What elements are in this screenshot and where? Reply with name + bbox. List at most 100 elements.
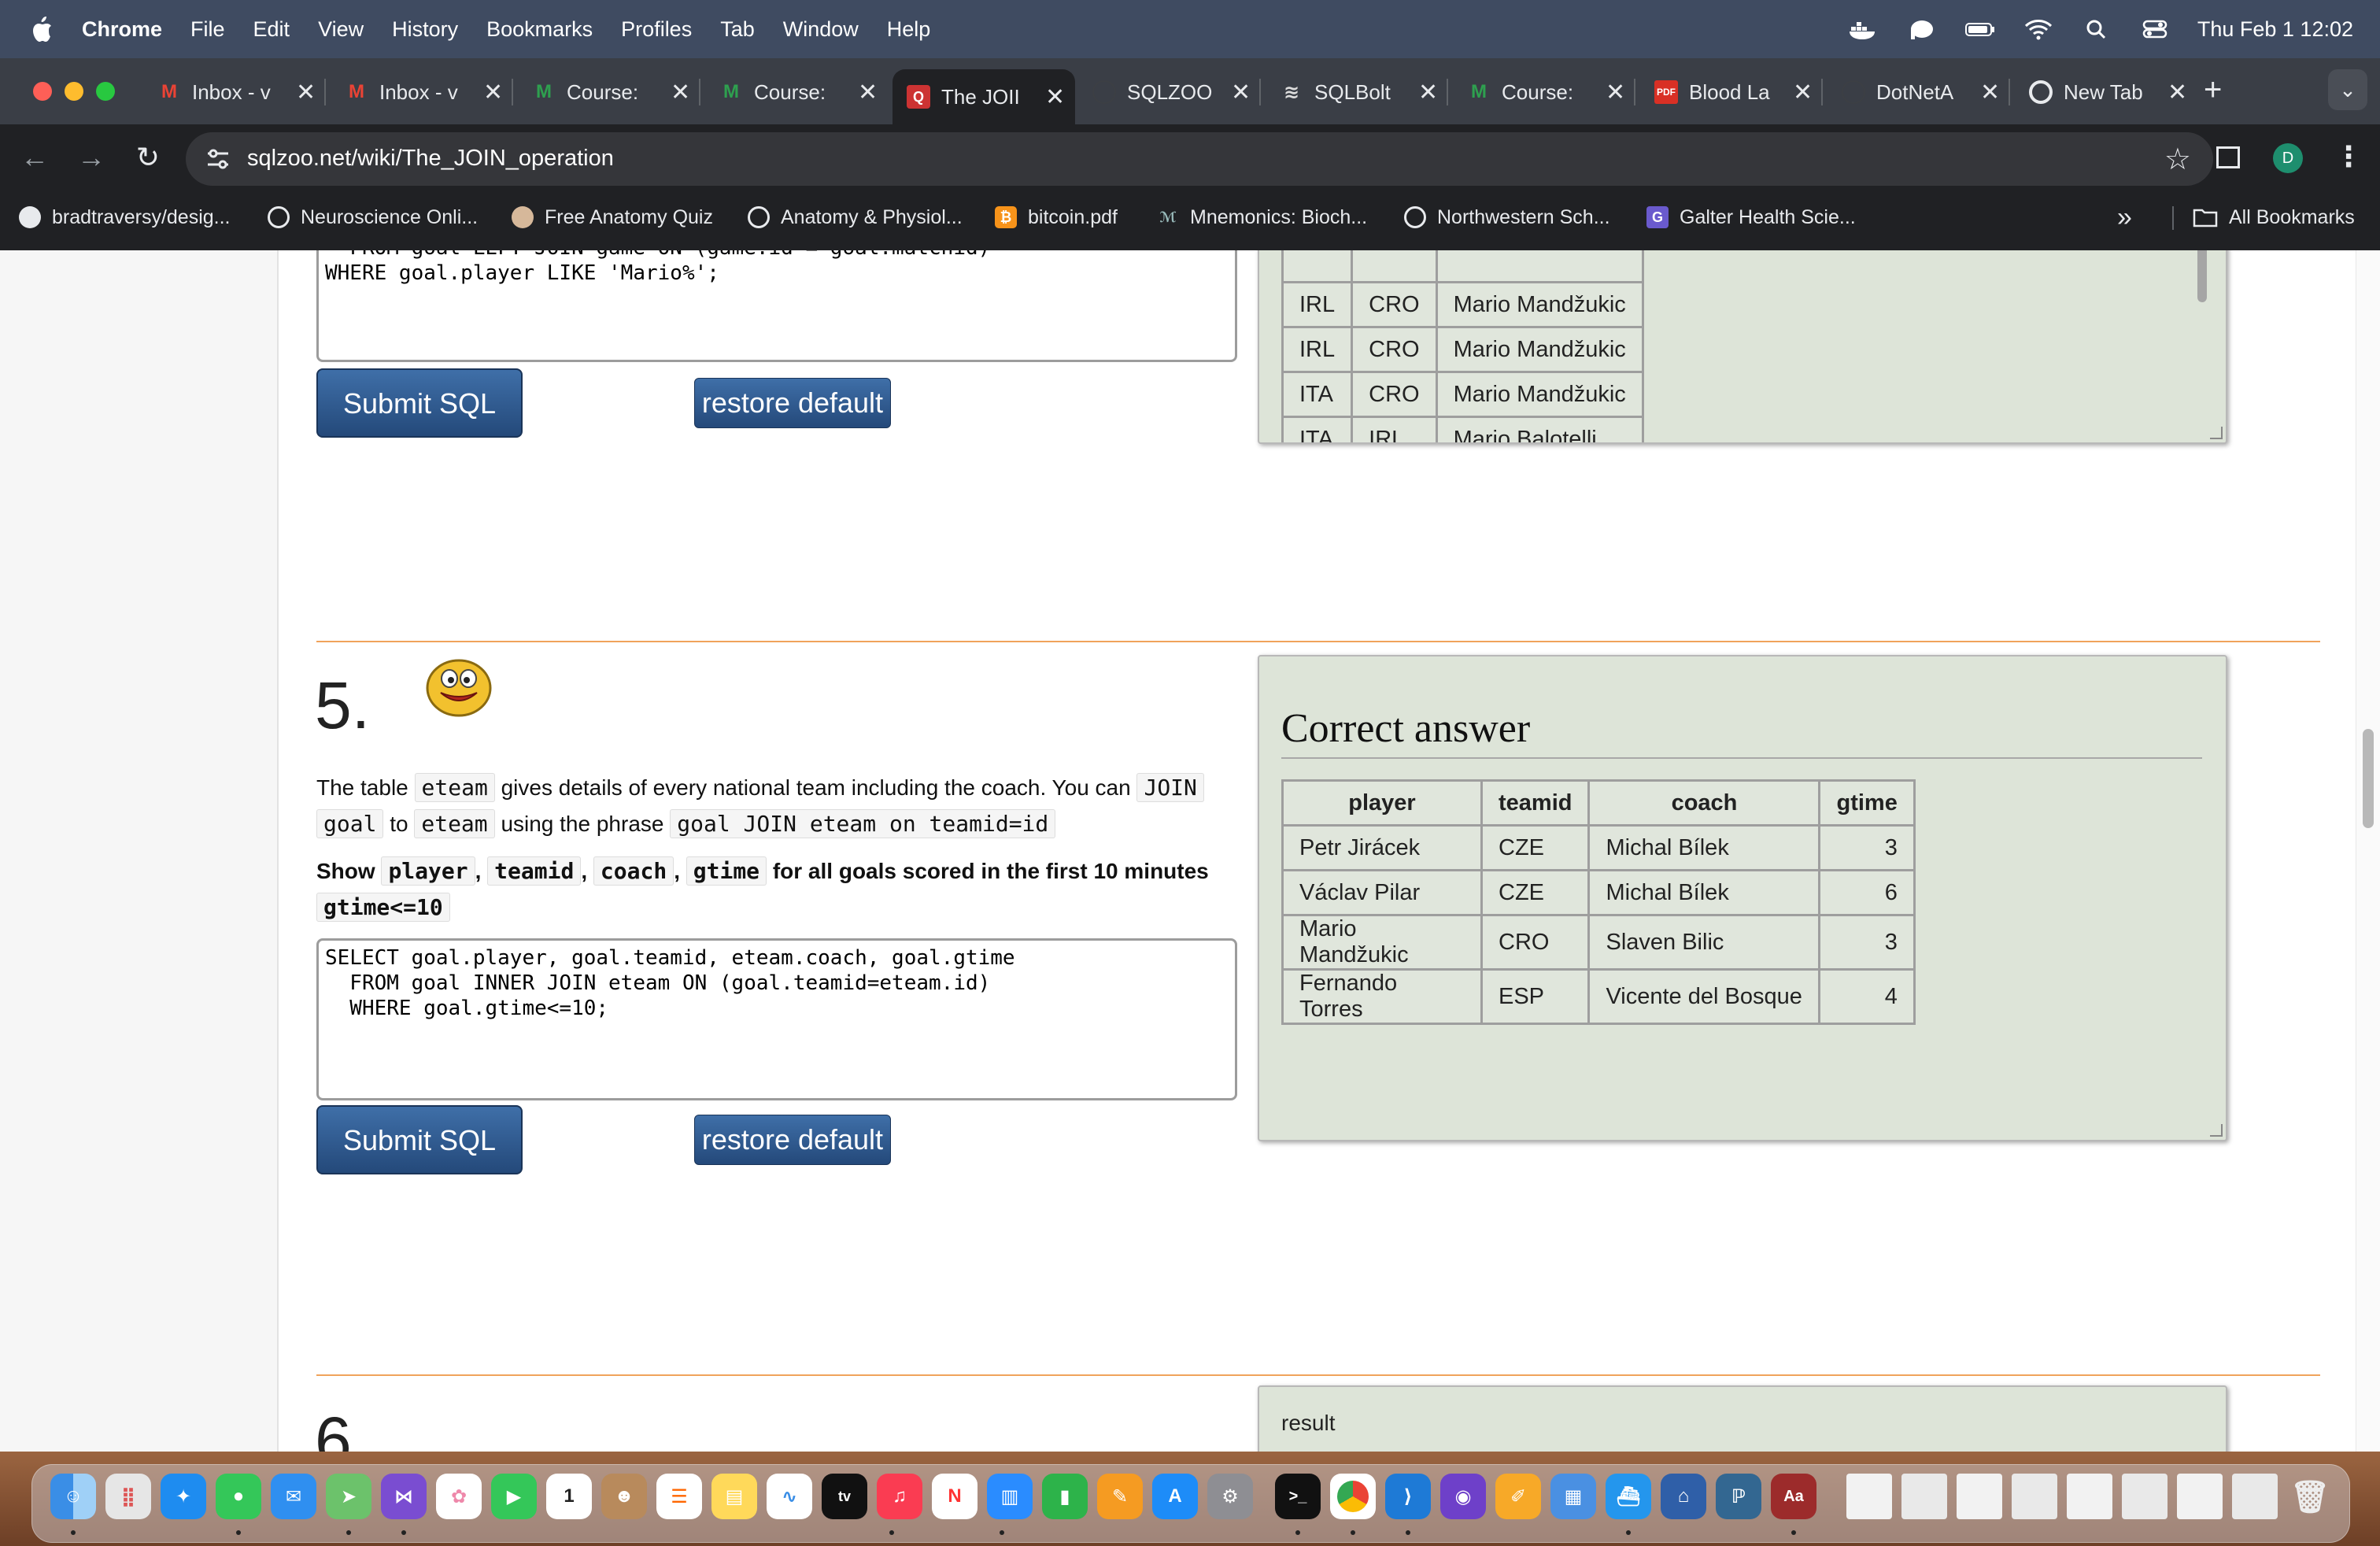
close-tab-icon[interactable]: ✕: [1606, 79, 1625, 106]
messages-icon[interactable]: ●: [216, 1474, 261, 1519]
tab-blood-lab[interactable]: PDF Blood La ✕: [1640, 69, 1823, 115]
pages-icon[interactable]: ✎: [1097, 1474, 1143, 1519]
apple-tv-icon[interactable]: tv: [822, 1474, 867, 1519]
q4-result-panel[interactable]: IRL CRO Mario Mandžukic IRL CRO Mario Mandžu…: [1258, 250, 2227, 444]
close-tab-icon[interactable]: ✕: [1793, 79, 1813, 106]
database-app-icon[interactable]: ▦: [1550, 1474, 1596, 1519]
recent-document-icon[interactable]: [1957, 1474, 2002, 1519]
all-bookmarks-folder[interactable]: All Bookmarks: [2193, 203, 2355, 231]
tab-course-3[interactable]: M Course: ✕: [1453, 69, 1635, 115]
q5-result-panel[interactable]: Correct answer player teamid coach gtime…: [1258, 655, 2227, 1141]
bookmark-anatomy-physiology[interactable]: Anatomy & Physiol...: [748, 203, 963, 231]
news-icon[interactable]: N: [932, 1474, 978, 1519]
postgres-icon[interactable]: ℙ: [1716, 1474, 1761, 1519]
wifi-icon[interactable]: [2023, 17, 2054, 41]
tab-sqlzoo[interactable]: SQLZOO ✕: [1078, 69, 1261, 115]
calendar-icon[interactable]: 1: [546, 1474, 592, 1519]
close-tab-icon[interactable]: ✕: [1418, 79, 1438, 106]
menu-file[interactable]: File: [190, 17, 225, 42]
resize-handle-icon[interactable]: [2210, 1124, 2223, 1137]
bookmarks-overflow-icon[interactable]: »: [2117, 202, 2132, 232]
tab-the-join-operation[interactable]: Q The JOII ✕: [893, 69, 1075, 124]
tab-new-tab[interactable]: New Tab ✕: [2015, 69, 2197, 115]
close-tab-icon[interactable]: ✕: [1980, 79, 2000, 106]
docker-status-icon[interactable]: [1848, 17, 1879, 41]
new-tab-plus-icon[interactable]: +: [2204, 72, 2222, 108]
recent-document-icon[interactable]: [2122, 1474, 2168, 1519]
bookmark-neuroscience[interactable]: Neuroscience Onli...: [268, 203, 478, 231]
freeform-icon[interactable]: ∿: [767, 1474, 812, 1519]
more-menu-icon[interactable]: ⋮: [2334, 140, 2363, 173]
menu-edit[interactable]: Edit: [253, 17, 290, 42]
tab-inbox-2[interactable]: M Inbox - v ✕: [331, 69, 513, 115]
control-center-icon[interactable]: [2139, 17, 2171, 41]
music-icon[interactable]: ♫: [877, 1474, 922, 1519]
safari-icon[interactable]: ✦: [161, 1474, 206, 1519]
menu-profiles[interactable]: Profiles: [621, 17, 692, 42]
side-panel-icon[interactable]: [2216, 146, 2240, 168]
close-tab-icon[interactable]: ✕: [296, 79, 316, 106]
address-bar[interactable]: sqlzoo.net/wiki/The_JOIN_operation ☆: [186, 132, 2213, 186]
q6-result-panel[interactable]: result: [1258, 1385, 2227, 1452]
sketch-icon[interactable]: ✐: [1495, 1474, 1541, 1519]
q4-restore-default-button[interactable]: restore default: [694, 378, 891, 428]
launchpad-icon[interactable]: ⣿: [105, 1474, 151, 1519]
bookmark-bitcoin-pdf[interactable]: ₿ bitcoin.pdf: [995, 203, 1118, 231]
close-tab-icon[interactable]: ✕: [483, 79, 503, 106]
q4-panel-scrollbar-thumb[interactable]: [2197, 250, 2207, 302]
photos-icon[interactable]: ✿: [436, 1474, 482, 1519]
minimize-window-button[interactable]: [65, 82, 83, 101]
recent-document-icon[interactable]: [1901, 1474, 1947, 1519]
numbers-icon[interactable]: ▮: [1042, 1474, 1088, 1519]
bookmark-free-anatomy-quiz[interactable]: Free Anatomy Quiz: [512, 203, 713, 231]
tab-search-chevron-icon[interactable]: ⌄: [2328, 69, 2367, 110]
q5-submit-sql-button[interactable]: Submit SQL: [316, 1105, 523, 1174]
menu-window[interactable]: Window: [783, 17, 859, 42]
zoom-window-button[interactable]: [96, 82, 115, 101]
tab-dotnet[interactable]: DotNetA ✕: [1828, 69, 2010, 115]
app-store-icon[interactable]: A: [1152, 1474, 1198, 1519]
tableplus-icon[interactable]: ⌂: [1661, 1474, 1706, 1519]
bookmark-galter[interactable]: G Galter Health Scie...: [1646, 203, 1856, 231]
chrome-icon[interactable]: [1330, 1474, 1376, 1519]
tab-inbox-1[interactable]: M Inbox - v ✕: [143, 69, 326, 115]
tab-sqlbolt[interactable]: ≋ SQLBolt ✕: [1266, 69, 1448, 115]
back-arrow-icon[interactable]: ←: [19, 142, 50, 173]
trash-icon[interactable]: 🗑: [2287, 1474, 2333, 1519]
terminal-icon[interactable]: >_: [1275, 1474, 1321, 1519]
resize-handle-icon[interactable]: [2210, 427, 2223, 439]
notes-icon[interactable]: ▤: [711, 1474, 757, 1519]
facetime-icon[interactable]: ▶: [491, 1474, 537, 1519]
apple-logo-icon[interactable]: [30, 16, 54, 43]
keynote-icon[interactable]: ▥: [987, 1474, 1033, 1519]
recent-document-icon[interactable]: [2177, 1474, 2223, 1519]
close-tab-icon[interactable]: ✕: [1045, 83, 1065, 111]
recent-document-icon[interactable]: [1846, 1474, 1892, 1519]
maps-icon[interactable]: ➤: [326, 1474, 371, 1519]
url-text[interactable]: sqlzoo.net/wiki/The_JOIN_operation: [247, 146, 614, 172]
close-tab-icon[interactable]: ✕: [2168, 79, 2187, 106]
menu-app-chrome[interactable]: Chrome: [82, 17, 162, 42]
contacts-icon[interactable]: ☻: [601, 1474, 647, 1519]
mail-icon[interactable]: ✉: [271, 1474, 316, 1519]
menu-history[interactable]: History: [392, 17, 458, 42]
battery-icon[interactable]: [1964, 17, 1996, 41]
page-scrollbar-thumb[interactable]: [2363, 729, 2374, 828]
reminders-icon[interactable]: ☰: [656, 1474, 702, 1519]
system-settings-icon[interactable]: ⚙: [1207, 1474, 1253, 1519]
q4-sql-editor[interactable]: FROM goal LEFT JOIN game ON (game.id = g…: [316, 250, 1237, 362]
profile-avatar[interactable]: D: [2273, 143, 2303, 173]
page-scrollbar[interactable]: [2356, 250, 2380, 1452]
vscode-icon[interactable]: ⟩: [1385, 1474, 1431, 1519]
menu-bookmarks[interactable]: Bookmarks: [486, 17, 593, 42]
q5-restore-default-button[interactable]: restore default: [694, 1115, 891, 1165]
close-window-button[interactable]: [33, 82, 52, 101]
bookmark-mnemonics[interactable]: ℳ Mnemonics: Bioch...: [1157, 203, 1367, 231]
menubar-clock[interactable]: Thu Feb 1 12:02: [2197, 17, 2353, 42]
close-tab-icon[interactable]: ✕: [671, 79, 690, 106]
site-settings-icon[interactable]: [205, 146, 231, 172]
bookmark-northwestern[interactable]: Northwestern Sch...: [1404, 203, 1610, 231]
finder-icon[interactable]: ☺: [50, 1474, 96, 1519]
forward-arrow-icon[interactable]: →: [76, 142, 107, 173]
q4-submit-sql-button[interactable]: Submit SQL: [316, 368, 523, 438]
